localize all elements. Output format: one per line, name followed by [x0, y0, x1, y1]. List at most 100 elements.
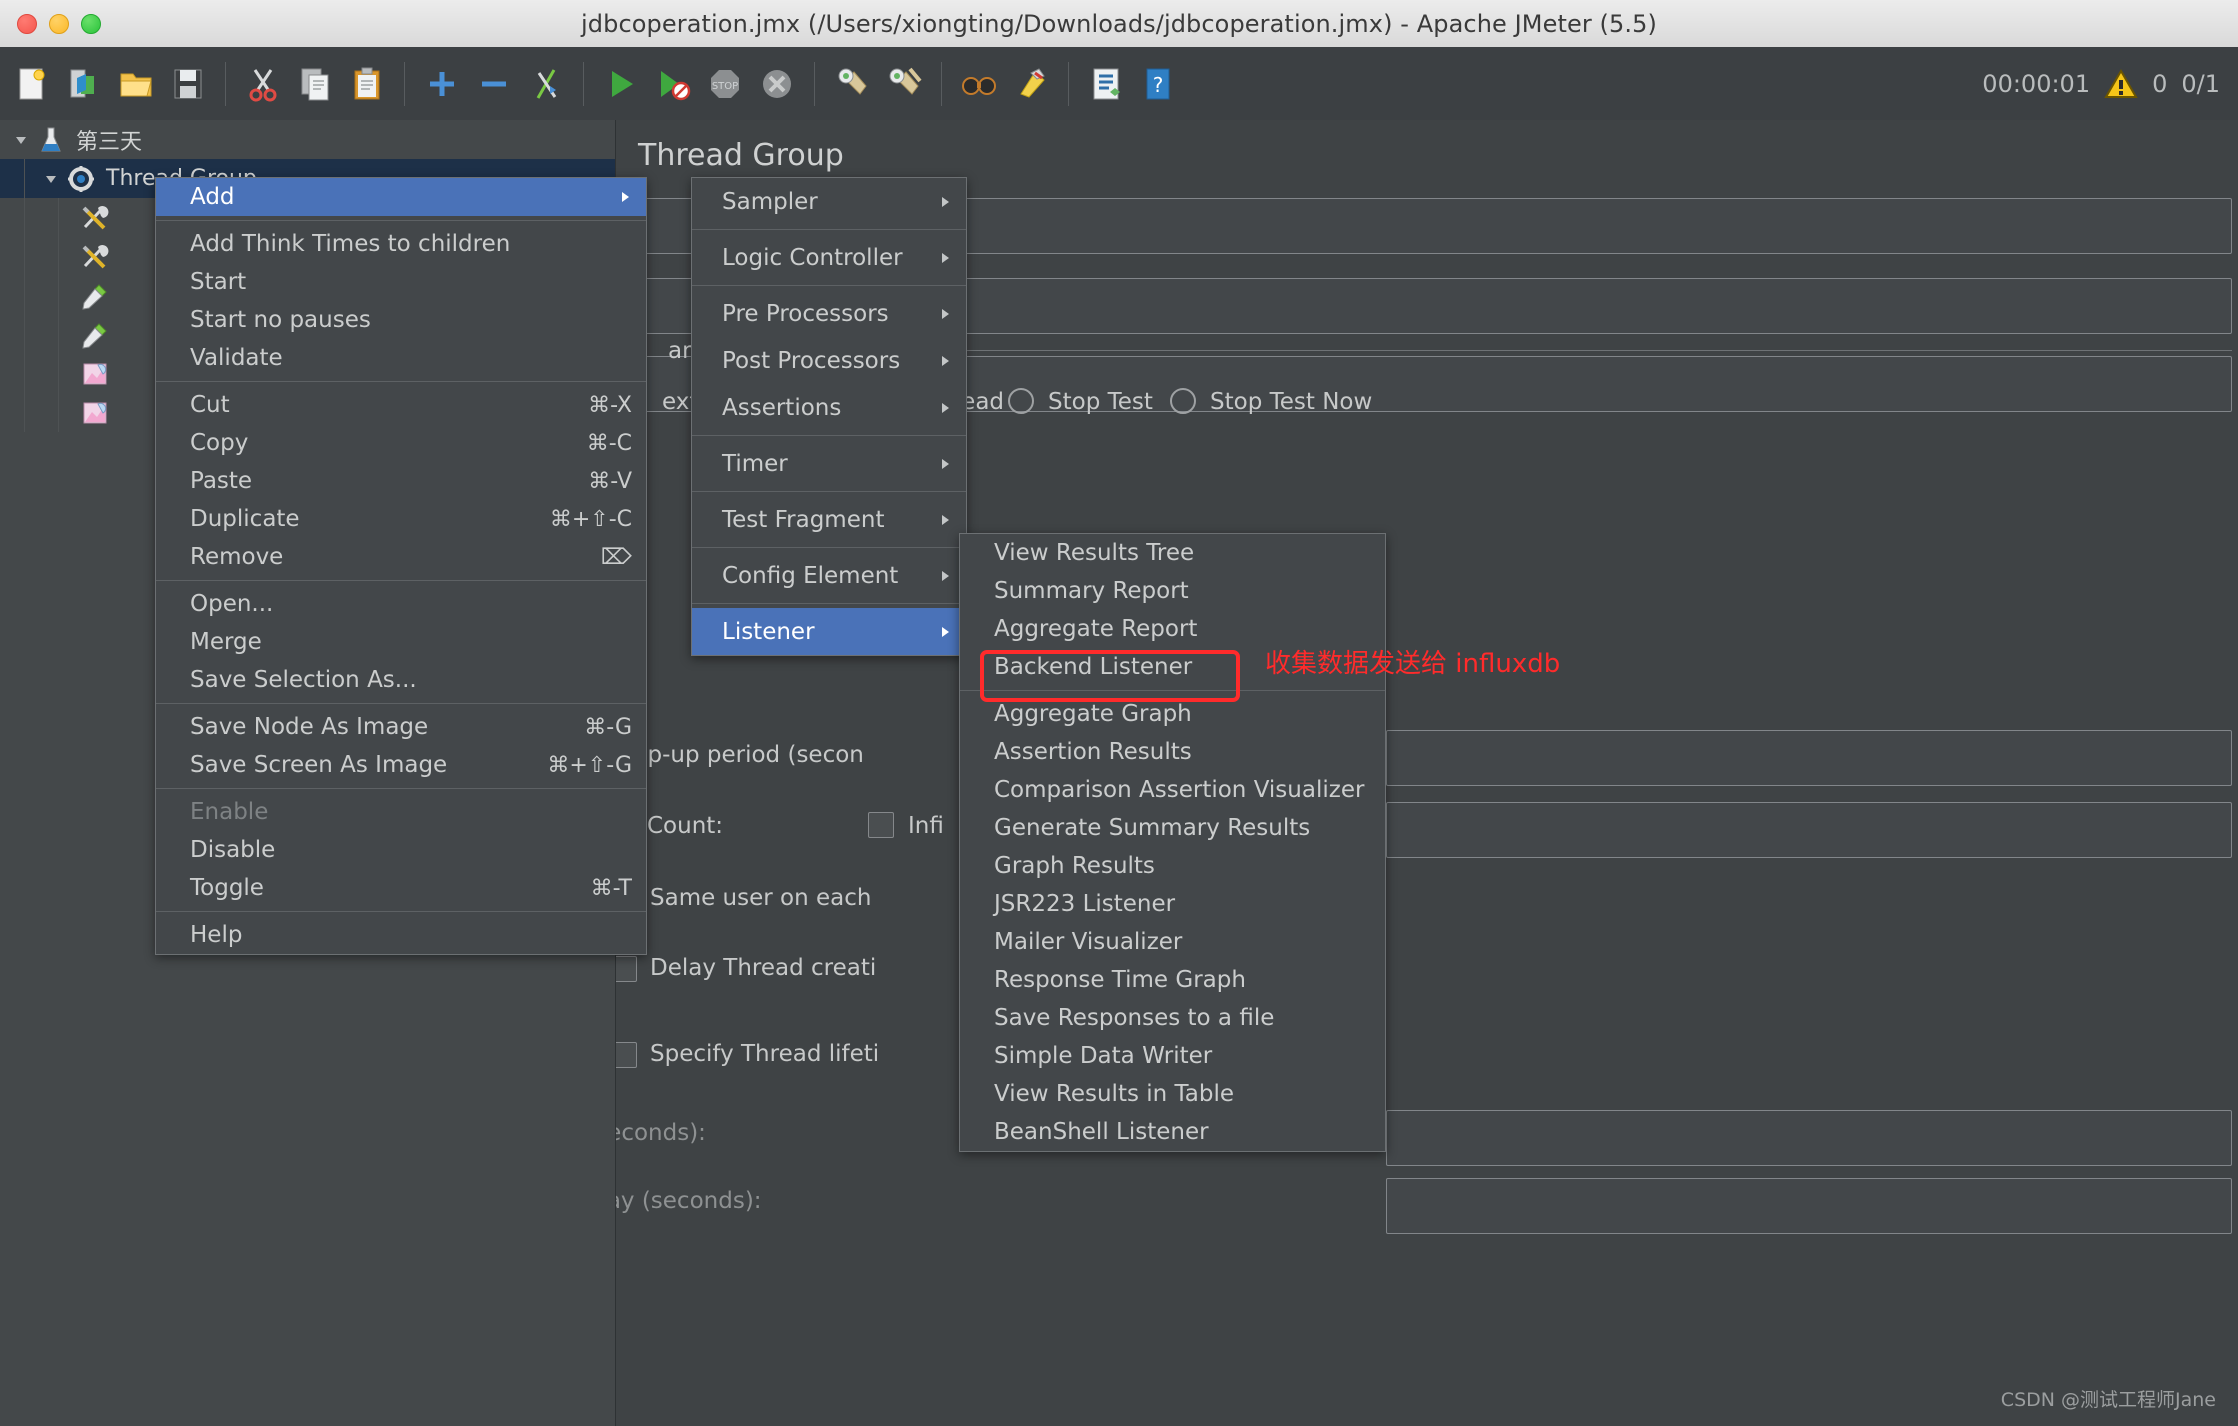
context-menu-item-cut[interactable]: Cut ⌘-X [156, 386, 646, 424]
menu-item-label: Disable [190, 837, 276, 863]
menu-item-label: Help [190, 922, 243, 948]
add-submenu[interactable]: Sampler Logic Controller Pre Processors Pos… [691, 177, 967, 656]
context-menu-item-enable: Enable [156, 793, 646, 831]
menu-item-label: Post Processors [722, 347, 901, 374]
context-menu-item-start-no-pauses[interactable]: Start no pauses [156, 301, 646, 339]
context-menu[interactable]: Add Add Think Times to children Start Start… [155, 177, 647, 955]
add-submenu-item-test-fragment[interactable]: Test Fragment [692, 496, 966, 543]
menu-item-label: Assertion Results [994, 739, 1192, 765]
listener-submenu-item-assertion-results[interactable]: Assertion Results [960, 733, 1385, 771]
add-submenu-item-listener[interactable]: Listener [692, 608, 966, 655]
context-menu-item-merge[interactable]: Merge [156, 623, 646, 661]
delay-thread-checkbox[interactable] [616, 956, 637, 982]
clear-icon[interactable] [830, 62, 874, 106]
chevron-down-icon[interactable] [8, 132, 34, 148]
start-no-pauses-icon[interactable] [651, 62, 695, 106]
context-menu-item-help[interactable]: Help [156, 916, 646, 954]
context-menu-item-toggle[interactable]: Toggle ⌘-T [156, 869, 646, 907]
context-menu-item-paste[interactable]: Paste ⌘-V [156, 462, 646, 500]
backend-listener-highlight-box [980, 650, 1240, 702]
listener-icon [78, 396, 112, 430]
context-menu-item-add-think-times-to-children[interactable]: Add Think Times to children [156, 225, 646, 263]
annotation-text: 收集数据发送给 influxdb [1265, 649, 1561, 679]
toggle-icon[interactable] [524, 62, 568, 106]
listener-submenu-item-simple-data-writer[interactable]: Simple Data Writer [960, 1037, 1385, 1075]
add-submenu-item-assertions[interactable]: Assertions [692, 384, 966, 431]
context-menu-item-save-selection-as[interactable]: Save Selection As... [156, 661, 646, 699]
menu-item-label: View Results in Table [994, 1081, 1235, 1107]
context-menu-item-remove[interactable]: Remove ⌦ [156, 538, 646, 576]
stop-icon[interactable]: STOP [703, 62, 747, 106]
expand-all-icon[interactable] [420, 62, 464, 106]
startup-delay-field[interactable] [1386, 1178, 2232, 1234]
svg-text:?: ? [1153, 73, 1164, 97]
start-icon[interactable] [599, 62, 643, 106]
listener-submenu-item-comparison-assertion-visualizer[interactable]: Comparison Assertion Visualizer [960, 771, 1385, 809]
context-menu-item-disable[interactable]: Disable [156, 831, 646, 869]
loop-count-field[interactable] [1386, 802, 2232, 858]
listener-submenu-item-beanshell-listener[interactable]: BeanShell Listener [960, 1113, 1385, 1151]
infinite-checkbox[interactable] [868, 812, 894, 838]
cut-icon[interactable] [241, 62, 285, 106]
chevron-right-icon [904, 251, 952, 265]
copy-icon[interactable] [293, 62, 337, 106]
toolbar-separator [225, 61, 226, 106]
listener-submenu-item-response-time-graph[interactable]: Response Time Graph [960, 961, 1385, 999]
context-menu-item-open[interactable]: Open... [156, 585, 646, 623]
tree-item-test-plan[interactable]: 第三天 [0, 120, 615, 159]
add-submenu-item-logic-controller[interactable]: Logic Controller [692, 234, 966, 281]
stop-test-radio[interactable] [1008, 388, 1034, 414]
jmeter-window: jdbcoperation.jmx (/Users/xiongting/Down… [0, 0, 2238, 1426]
listener-submenu-item-view-results-in-table[interactable]: View Results in Table [960, 1075, 1385, 1113]
menu-separator [156, 381, 646, 382]
warning-icon[interactable] [2104, 68, 2138, 100]
add-submenu-item-config-element[interactable]: Config Element [692, 552, 966, 599]
add-submenu-item-timer[interactable]: Timer [692, 440, 966, 487]
listener-submenu-item-mailer-visualizer[interactable]: Mailer Visualizer [960, 923, 1385, 961]
add-submenu-item-post-processors[interactable]: Post Processors [692, 337, 966, 384]
templates-icon[interactable] [62, 62, 106, 106]
shutdown-icon[interactable] [755, 62, 799, 106]
listener-submenu-item-jsr223-listener[interactable]: JSR223 Listener [960, 885, 1385, 923]
context-menu-item-add[interactable]: Add [156, 178, 646, 216]
add-submenu-item-sampler[interactable]: Sampler [692, 178, 966, 225]
listener-submenu-item-view-results-tree[interactable]: View Results Tree [960, 534, 1385, 572]
reset-search-icon[interactable] [1009, 62, 1053, 106]
specify-lifetime-checkbox[interactable] [616, 1042, 637, 1068]
menu-item-label: Paste [190, 468, 253, 494]
chevron-right-icon [584, 190, 632, 204]
listener-submenu[interactable]: View Results Tree Summary Report Aggregate… [959, 533, 1386, 1152]
menu-item-accelerator: ⌘-V [588, 468, 632, 494]
paste-icon[interactable] [345, 62, 389, 106]
menu-separator [692, 229, 966, 230]
context-menu-item-save-node-as-image[interactable]: Save Node As Image ⌘-G [156, 708, 646, 746]
stop-test-now-radio[interactable] [1170, 388, 1196, 414]
add-submenu-item-pre-processors[interactable]: Pre Processors [692, 290, 966, 337]
listener-submenu-item-save-responses-to-a-file[interactable]: Save Responses to a file [960, 999, 1385, 1037]
clear-all-icon[interactable] [882, 62, 926, 106]
duration-field[interactable] [1386, 1110, 2232, 1166]
menu-item-label: Save Responses to a file [994, 1005, 1275, 1031]
chevron-down-icon[interactable] [38, 171, 64, 187]
help-icon[interactable]: ? [1136, 62, 1180, 106]
open-icon[interactable] [114, 62, 158, 106]
context-menu-item-save-screen-as-image[interactable]: Save Screen As Image ⌘+⇧-G [156, 746, 646, 784]
save-icon[interactable] [166, 62, 210, 106]
ramp-up-field[interactable] [1386, 730, 2232, 786]
context-menu-item-duplicate[interactable]: Duplicate ⌘+⇧-C [156, 500, 646, 538]
context-menu-item-start[interactable]: Start [156, 263, 646, 301]
menu-item-label: Config Element [722, 562, 899, 589]
collapse-all-icon[interactable] [472, 62, 516, 106]
listener-submenu-item-graph-results[interactable]: Graph Results [960, 847, 1385, 885]
startup-delay-label: Startup delay (seconds): [616, 1188, 762, 1214]
menu-item-accelerator: ⌦ [600, 544, 632, 570]
menu-item-label: Start [190, 269, 247, 295]
context-menu-item-validate[interactable]: Validate [156, 339, 646, 377]
new-test-plan-icon[interactable] [10, 62, 54, 106]
listener-submenu-item-summary-report[interactable]: Summary Report [960, 572, 1385, 610]
search-icon[interactable] [957, 62, 1001, 106]
listener-submenu-item-generate-summary-results[interactable]: Generate Summary Results [960, 809, 1385, 847]
tree-item-label: 第三天 [76, 129, 143, 155]
context-menu-item-copy[interactable]: Copy ⌘-C [156, 424, 646, 462]
function-helper-icon[interactable] [1084, 62, 1128, 106]
